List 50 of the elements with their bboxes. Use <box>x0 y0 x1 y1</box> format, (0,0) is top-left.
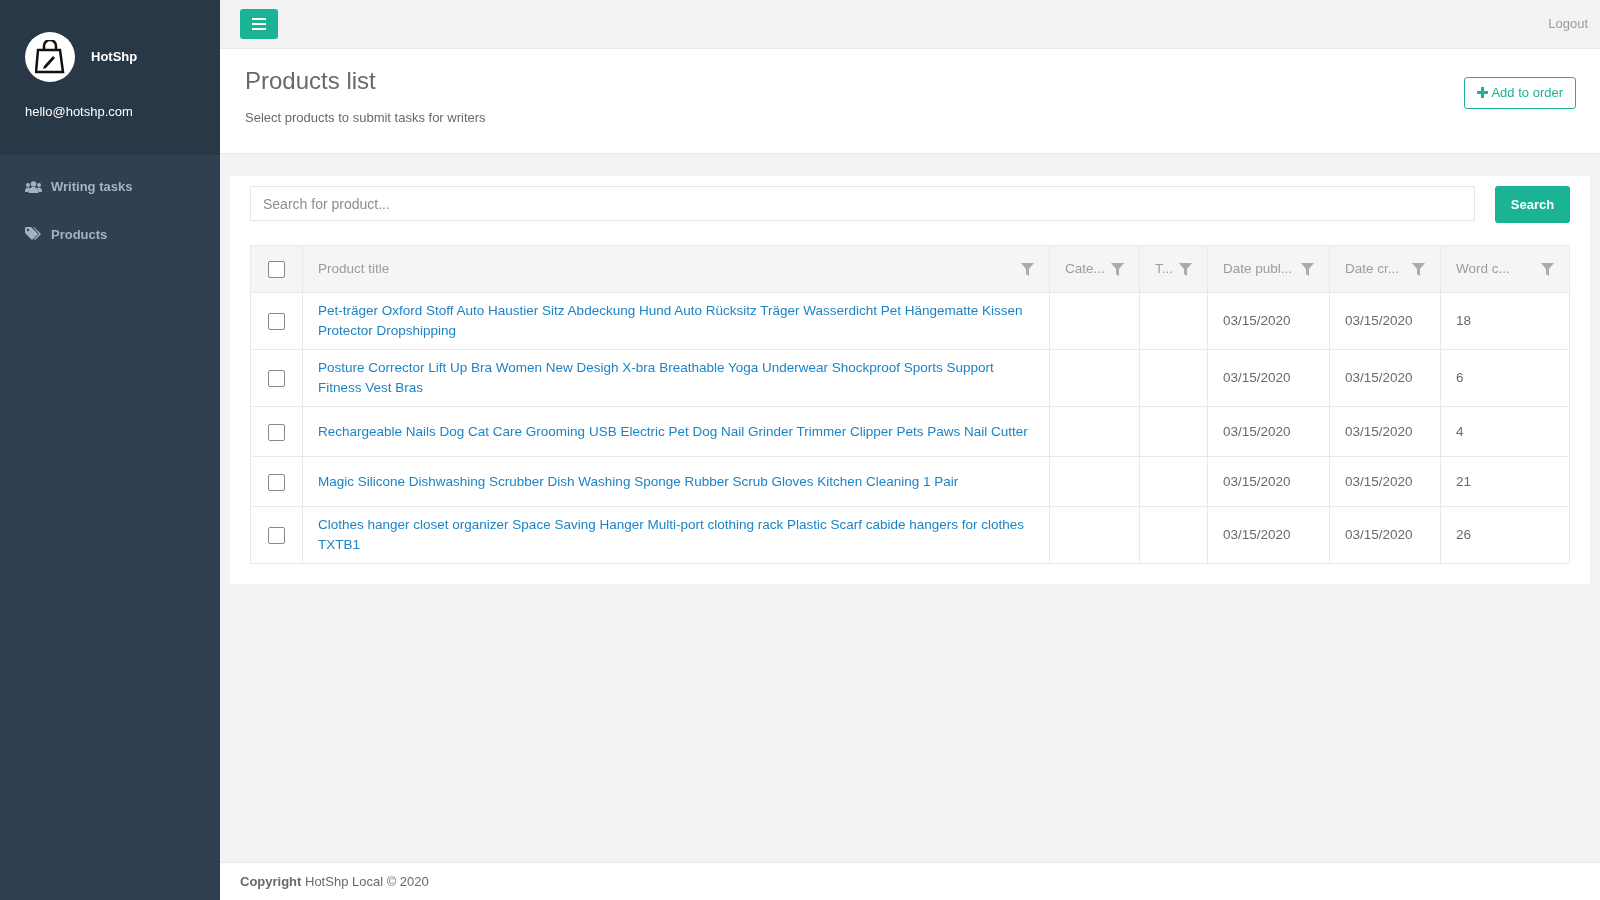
add-to-order-button[interactable]: Add to order <box>1464 77 1576 109</box>
table-cell: 18 <box>1456 313 1472 329</box>
filter-icon[interactable] <box>1021 262 1034 276</box>
menu-icon <box>252 18 266 30</box>
sidebar-item[interactable]: Products <box>0 210 220 258</box>
table-cell: 03/15/2020 <box>1345 473 1413 489</box>
filter-icon[interactable] <box>1541 262 1554 276</box>
table-cell: 03/15/2020 <box>1223 473 1291 489</box>
table-cell: 03/15/2020 <box>1223 527 1291 543</box>
search-button[interactable]: Search <box>1495 186 1570 224</box>
table-cell: 6 <box>1456 370 1464 386</box>
column-header: Cate... <box>1065 260 1105 279</box>
copyright-text: Copyright HotShp Local © 2020 <box>220 861 1600 900</box>
table-cell: 03/15/2020 <box>1345 423 1413 439</box>
table-cell: 26 <box>1456 527 1472 543</box>
plus-icon <box>1477 87 1489 98</box>
table-cell: 21 <box>1456 473 1472 489</box>
search-field[interactable]: Search for product... <box>250 186 1475 222</box>
sidebar-item[interactable]: Writing tasks <box>0 163 220 211</box>
table-cell: 03/15/2020 <box>1223 423 1291 439</box>
menu-button[interactable] <box>240 9 278 39</box>
table-cell: 03/15/2020 <box>1345 313 1413 329</box>
filter-icon[interactable] <box>1412 262 1425 276</box>
table-cell: 4 <box>1456 423 1464 439</box>
table-cell: 03/15/2020 <box>1223 370 1291 386</box>
filter-icon[interactable] <box>1179 262 1192 276</box>
logout-link[interactable]: Logout <box>1548 14 1588 34</box>
checkbox[interactable] <box>268 423 285 441</box>
users-icon <box>25 180 42 193</box>
filter-icon[interactable] <box>1111 262 1124 276</box>
column-header: Date publ... <box>1223 260 1293 279</box>
table-cell: 03/15/2020 <box>1345 370 1413 386</box>
page-title: Products list <box>245 67 377 96</box>
column-header: Product title <box>318 260 390 279</box>
checkbox[interactable] <box>268 527 285 545</box>
page-subtitle: Select products to submit tasks for writers <box>245 108 486 127</box>
shopping-bag-logo-icon <box>25 32 75 82</box>
tags-icon <box>25 227 42 242</box>
column-header: Date cr... <box>1345 260 1400 279</box>
checkbox[interactable] <box>268 313 285 331</box>
column-header: Word c... <box>1456 260 1510 279</box>
checkbox[interactable] <box>268 473 285 491</box>
checkbox[interactable] <box>268 370 285 388</box>
column-header: T... <box>1155 260 1173 279</box>
table-cell: 03/15/2020 <box>1345 527 1413 543</box>
filter-icon[interactable] <box>1301 262 1314 276</box>
checkbox[interactable] <box>268 261 285 279</box>
user-email: hello@hotshp.com <box>25 103 134 121</box>
table-cell: 03/15/2020 <box>1223 313 1291 329</box>
brand-name: HotShp <box>91 48 138 67</box>
